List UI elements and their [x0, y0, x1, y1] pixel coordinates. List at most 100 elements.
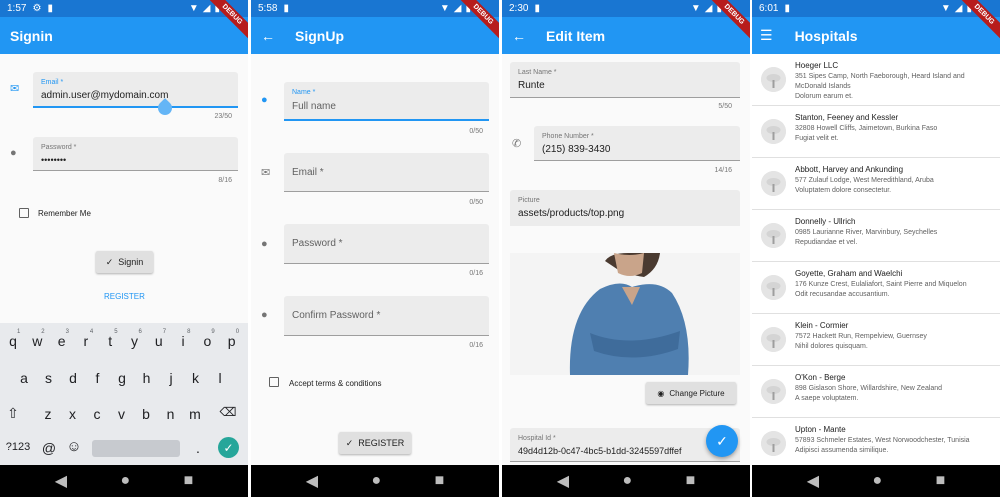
- home-nav-icon[interactable]: ●: [872, 472, 882, 490]
- key-y[interactable]: y: [125, 333, 145, 349]
- key-hint: 6: [138, 329, 142, 335]
- sd-card-icon: ▮: [47, 3, 53, 14]
- hospital-subtitle: 577 Zulauf Lodge, West Meredithland, Aru…: [795, 176, 995, 196]
- key-h[interactable]: h: [137, 370, 157, 386]
- key-k[interactable]: k: [186, 370, 206, 386]
- name-field[interactable]: Name * Full name: [284, 82, 489, 121]
- home-nav-icon[interactable]: ●: [120, 472, 130, 490]
- recents-nav-icon[interactable]: ■: [184, 472, 194, 490]
- key-p[interactable]: p: [222, 333, 242, 349]
- save-fab[interactable]: ✓: [706, 425, 738, 457]
- emoji-key[interactable]: ☺: [64, 438, 84, 455]
- hospital-avatar: [761, 67, 786, 92]
- key-o[interactable]: o: [197, 333, 217, 349]
- key-m[interactable]: m: [185, 406, 205, 422]
- key-c[interactable]: c: [87, 406, 107, 422]
- person-icon: ●: [10, 147, 17, 159]
- hospital-subtitle: 7572 Hackett Run, Rempelview, Guernsey Ni…: [795, 332, 995, 352]
- nav-bar: ◀ ● ■: [752, 465, 1000, 497]
- name-counter: 0/50: [469, 128, 483, 135]
- key-d[interactable]: d: [63, 370, 83, 386]
- key-g[interactable]: g: [112, 370, 132, 386]
- key-b[interactable]: b: [136, 406, 156, 422]
- home-nav-icon[interactable]: ●: [622, 472, 632, 490]
- key-f[interactable]: f: [88, 370, 108, 386]
- back-nav-icon[interactable]: ◀: [306, 471, 318, 491]
- key-hint: 8: [187, 329, 191, 335]
- key-t[interactable]: t: [100, 333, 120, 349]
- hospital-id-field[interactable]: Hospital Id * 49d4d12b-0c47-4bc5-b1dd-32…: [510, 428, 740, 462]
- remember-checkbox[interactable]: [19, 208, 29, 218]
- back-arrow-icon[interactable]: ←: [261, 28, 275, 44]
- status-time: 1:57: [7, 3, 27, 14]
- key-j[interactable]: j: [161, 370, 181, 386]
- hospital-list-item[interactable]: O'Kon - Berge 898 Gislason Shore, Willard…: [752, 366, 1000, 418]
- change-picture-button[interactable]: ◉ Change Picture: [646, 382, 736, 404]
- hospital-list-item[interactable]: Donnelly - Ullrich 0985 Laurianne River, …: [752, 210, 1000, 262]
- key-a[interactable]: a: [14, 370, 34, 386]
- nav-bar: ◀ ● ■: [251, 465, 499, 497]
- confirm-password-field[interactable]: Confirm Password *: [284, 296, 489, 336]
- hospital-address: 32808 Howell Cliffs, Jaimetown, Burkina …: [795, 125, 938, 132]
- hospital-avatar: [761, 379, 786, 404]
- recents-nav-icon[interactable]: ■: [435, 472, 445, 490]
- phone-field[interactable]: Phone Number * (215) 839-3430: [534, 126, 740, 161]
- key-x[interactable]: x: [63, 406, 83, 422]
- key-l[interactable]: l: [210, 370, 230, 386]
- status-bar: 1:57 ⚙ ▮ ▼◢▮: [0, 0, 248, 17]
- key-w[interactable]: w: [27, 333, 47, 349]
- page-title: Hospitals: [794, 27, 858, 44]
- key-z[interactable]: z: [38, 406, 58, 422]
- back-arrow-icon[interactable]: ←: [512, 28, 526, 44]
- recents-nav-icon[interactable]: ■: [936, 472, 946, 490]
- email-field[interactable]: Email * admin.user@mydomain.com: [33, 72, 238, 108]
- register-button[interactable]: ✓ REGISTER: [339, 432, 411, 454]
- page-title: SignUp: [295, 27, 344, 44]
- backspace-key-icon[interactable]: ⌫: [218, 405, 238, 419]
- key-s[interactable]: s: [39, 370, 59, 386]
- hospital-avatar: [761, 119, 786, 144]
- key-hint: 5: [114, 329, 118, 335]
- shift-key-icon[interactable]: ⇧: [3, 405, 23, 422]
- hospital-list-item[interactable]: Stanton, Feeney and Kessler 32808 Howell …: [752, 106, 1000, 158]
- key-n[interactable]: n: [161, 406, 181, 422]
- signin-button[interactable]: ✓ Signin: [96, 251, 153, 273]
- key-u[interactable]: u: [149, 333, 169, 349]
- register-link[interactable]: REGISTER: [104, 292, 145, 301]
- period-key[interactable]: .: [188, 440, 208, 456]
- last-name-field[interactable]: Last Name * Runte: [510, 62, 740, 98]
- key-e[interactable]: e: [52, 333, 72, 349]
- person-icon: ●: [261, 94, 268, 106]
- hospital-list-item[interactable]: Abbott, Harvey and Ankunding 577 Zulauf L…: [752, 158, 1000, 210]
- hospital-list-item[interactable]: Goyette, Graham and Waelchi 176 Kunze Cre…: [752, 262, 1000, 314]
- enter-key-icon[interactable]: ✓: [218, 437, 239, 458]
- key-v[interactable]: v: [112, 406, 132, 422]
- recents-nav-icon[interactable]: ■: [686, 472, 696, 490]
- menu-icon[interactable]: ☰: [760, 27, 773, 44]
- key-i[interactable]: i: [173, 333, 193, 349]
- space-key[interactable]: [92, 440, 180, 457]
- hospital-avatar: [761, 275, 786, 300]
- email-counter: 23/50: [214, 113, 232, 120]
- symbols-key[interactable]: ?123: [3, 441, 33, 453]
- hospital-tagline: Odit recusandae accusantium.: [795, 291, 890, 298]
- password-field[interactable]: Password *: [284, 224, 489, 264]
- back-nav-icon[interactable]: ◀: [55, 471, 67, 491]
- picture-field[interactable]: Picture assets/products/top.png: [510, 190, 740, 226]
- terms-label: Accept terms & conditions: [289, 379, 382, 388]
- hospital-list-item[interactable]: Hoeger LLC 351 Sipes Camp, North Faeborou…: [752, 54, 1000, 106]
- at-key[interactable]: @: [39, 440, 59, 456]
- back-nav-icon[interactable]: ◀: [557, 471, 569, 491]
- hospital-list-item[interactable]: Klein - Cormier 7572 Hackett Run, Rempelv…: [752, 314, 1000, 366]
- hospital-address: 898 Gislason Shore, Willardshire, New Ze…: [795, 385, 943, 392]
- home-nav-icon[interactable]: ●: [371, 472, 381, 490]
- hospital-list-item[interactable]: Upton - Mante 57893 Schmeler Estates, Wes…: [752, 418, 1000, 470]
- hospital-avatar: [761, 327, 786, 352]
- back-nav-icon[interactable]: ◀: [807, 471, 819, 491]
- password-field[interactable]: Password * ••••••••: [33, 137, 238, 171]
- key-r[interactable]: r: [76, 333, 96, 349]
- terms-checkbox[interactable]: [269, 377, 279, 387]
- picture-value: assets/products/top.png: [518, 208, 625, 219]
- key-q[interactable]: q: [3, 333, 23, 349]
- email-field[interactable]: Email *: [284, 153, 489, 192]
